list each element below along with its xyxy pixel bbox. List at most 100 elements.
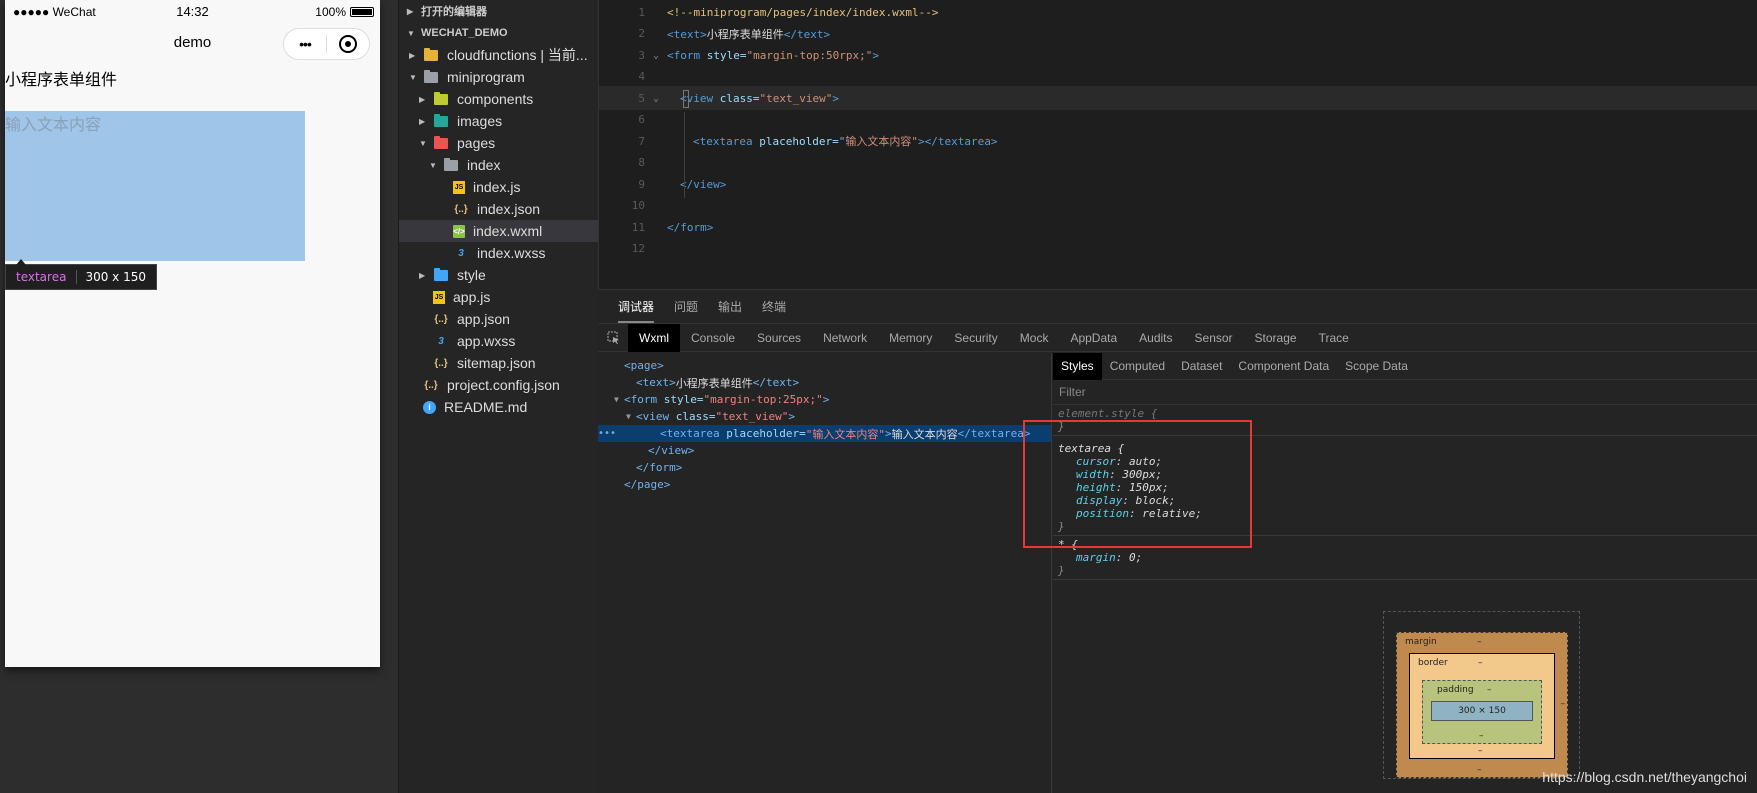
styles-filter-input[interactable]: Filter [1053,380,1757,405]
code-line[interactable]: 12 [599,237,1757,261]
javascript-file-icon: JS [433,290,445,304]
textarea-highlight[interactable]: 输入文本内容 [5,111,305,261]
tree-item[interactable]: {..} index.json [399,198,598,220]
devtools-tab[interactable]: AppData [1059,324,1128,352]
code-editor[interactable]: 1 <!--miniprogram/pages/index/index.wxml-… [598,0,1757,289]
tree-item[interactable]: ▶ images [399,110,598,132]
styles-tab[interactable]: Styles [1053,352,1102,380]
tree-item[interactable]: {..} app.json [399,308,598,330]
code-line[interactable]: 11 </form> [599,215,1757,239]
wxml-token: <view [636,410,676,423]
tree-item[interactable]: </> index.wxml [399,220,598,242]
wxml-token: </form> [636,461,683,474]
devtools-tab[interactable]: Security [943,324,1008,352]
devtools-tab[interactable]: Console [680,324,746,352]
tree-item[interactable]: {..} sitemap.json [399,352,598,374]
styles-tab[interactable]: Component Data [1230,353,1337,380]
tree-item[interactable]: ▼ pages [399,132,598,154]
code-token: <form [667,48,707,62]
wxml-node[interactable]: ▼ <form style= "margin-top:25px;" > [598,391,1051,408]
tree-item[interactable]: 3 app.wxss [399,330,598,352]
css-declaration: margin: 0; [1058,551,1752,564]
css-property: margin [1076,551,1116,564]
panel-tab[interactable]: 输出 [718,298,742,315]
tree-item[interactable]: ▼ index [399,154,598,176]
tree-item[interactable]: i README.md [399,396,598,418]
devtools-tab[interactable]: Sensor [1184,324,1244,352]
tree-item-label: style [457,267,486,283]
code-line[interactable]: 6 [599,108,1757,132]
line-number: 2 [638,27,645,40]
devtools-tab[interactable]: Memory [878,324,943,352]
fold-chevron-icon[interactable]: ⌄ [645,50,667,61]
tree-item[interactable]: JS index.js [399,176,598,198]
wxml-token: > [822,393,830,406]
line-number: 1 [638,5,645,19]
devtools-tab[interactable]: Wxml [628,323,680,352]
devtools-tab[interactable]: Audits [1128,324,1183,352]
devtools-tab[interactable]: Sources [746,324,812,352]
code-line[interactable]: 3 ⌄ <form style="margin-top:50rpx;"> [599,43,1757,67]
code-line[interactable]: 7 <textarea placeholder="输入文本内容"></textar… [599,129,1757,153]
inspect-element-icon[interactable] [598,331,628,344]
devtools-tab[interactable]: Storage [1244,324,1308,352]
chevron-down-icon: ▼ [407,28,415,38]
battery-icon [350,7,374,17]
code-line[interactable]: 10 [599,194,1757,218]
stylesheet-file-icon: 3 [438,335,444,347]
tree-item[interactable]: ▶ style [399,264,598,286]
tree-item[interactable]: ▶ cloudfunctions | 当前... [399,44,598,66]
devtools-tab[interactable]: Trace [1308,324,1360,352]
status-bar: ●●●●● WeChat 14:32 100% [5,0,380,24]
styles-tab[interactable]: Scope Data [1337,353,1416,380]
wxml-node[interactable]: ••• <textarea placeholder= "输入文本内容" > 输入文本内容… [598,425,1051,442]
code-line[interactable]: 9 </view> [599,172,1757,196]
tree-item[interactable]: JS app.js [399,286,598,308]
open-editors-section[interactable]: ▶ 打开的编辑器 [399,0,598,22]
tooltip-size: 300 x 150 [85,270,146,284]
margin-left-value: – [1388,699,1393,709]
wxml-node[interactable]: <page> [598,357,1051,374]
panel-tab[interactable]: 调试器 [618,298,655,323]
code-line[interactable]: 5 ⌄ <view class="text_view"> [599,86,1757,110]
tree-item-label: index.js [473,179,521,195]
devtools-tab[interactable]: Mock [1009,324,1060,352]
panel-tab[interactable]: 问题 [674,298,698,315]
box-model-margin: margin – – – – border – – padding – – 30… [1388,632,1568,778]
code-line[interactable]: 2 <text>小程序表单组件</text> [599,22,1757,46]
code-token: style= [706,48,747,62]
wxml-node[interactable]: </form> [598,459,1051,476]
wxml-node[interactable]: ▼ <view class= "text_view" > [598,408,1051,425]
code-line[interactable]: 4 [599,65,1757,89]
wxml-node[interactable]: </view> [598,442,1051,459]
chevron-right-icon: ▶ [419,94,426,104]
tree-item-label: index [467,157,501,173]
code-line[interactable]: 1 <!--miniprogram/pages/index/index.wxml-… [599,0,1757,24]
project-section[interactable]: ▼ WECHAT_DEMO [399,22,598,44]
fold-chevron-icon[interactable]: ⌄ [645,93,667,104]
more-options-button[interactable]: ••• [284,36,326,52]
wxml-token: 输入文本内容 [891,427,958,441]
tree-item-label: app.js [453,289,491,305]
folder-icon [443,157,459,172]
wxml-token: "输入文本内容" [805,427,885,441]
tree-item[interactable]: 3 index.wxss [399,242,598,264]
border-top-value: – [1478,658,1483,668]
styles-tab[interactable]: Dataset [1173,353,1230,380]
json-file-icon: {..} [434,313,448,325]
wxml-node[interactable]: </page> [598,476,1051,493]
panel-tab[interactable]: 终端 [762,298,786,315]
code-token: </view> [680,177,727,191]
styles-tab[interactable]: Computed [1102,353,1173,380]
wxml-node[interactable]: <text> 小程序表单组件 </text> [598,374,1051,391]
expand-triangle-icon[interactable]: ▼ [626,412,636,421]
close-miniprogram-button[interactable] [327,35,369,53]
bracket-highlight [683,90,689,108]
devtools-tab[interactable]: Network [812,324,878,352]
tree-item[interactable]: ▼ miniprogram [399,66,598,88]
tree-item-label: README.md [444,399,528,415]
tree-item[interactable]: ▶ components [399,88,598,110]
code-line[interactable]: 8 [599,151,1757,175]
tree-item[interactable]: {..} project.config.json [399,374,598,396]
expand-triangle-icon[interactable]: ▼ [614,395,624,404]
